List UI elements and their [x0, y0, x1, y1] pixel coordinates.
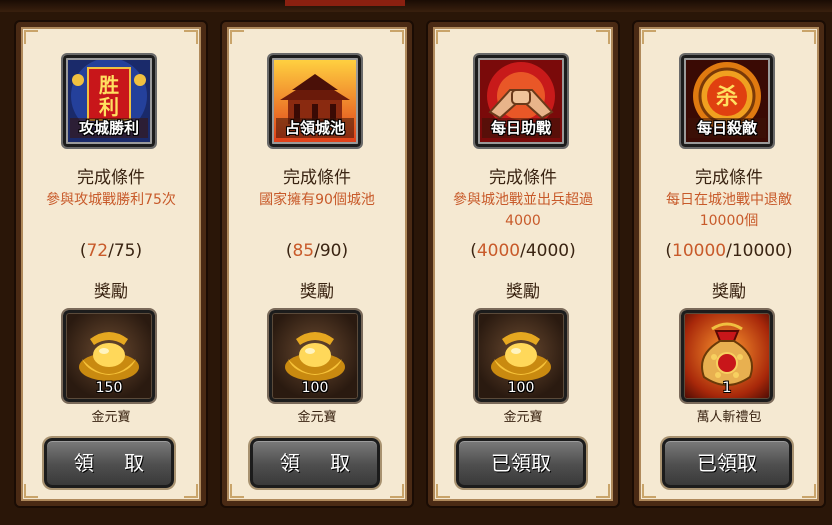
task-card: 占領城池 完成條件 國家擁有90個城池 (85/90) 獎勵 100 金元寶 領… [222, 22, 412, 506]
reward-quantity: 150 [95, 380, 123, 396]
condition-text: 每日在城池戰中退敵10000個 [666, 192, 792, 229]
reward-slot[interactable]: 100 [269, 310, 361, 402]
reward-title: 獎勵 [712, 282, 746, 302]
corner-ornament [436, 484, 450, 498]
corner-ornament [436, 30, 450, 44]
clasped-hands-icon: 每日助戰 [475, 55, 567, 147]
badge-label: 每日助戰 [482, 118, 560, 138]
progress-text: (10000/10000) [665, 241, 793, 261]
task-cards: 胜 利 攻城勝利 完成條件 參與攻城戰勝利75次 (72/75) 獎勵 150 … [0, 0, 832, 525]
progress-current: 10000 [672, 241, 727, 261]
corner-ornament [230, 30, 244, 44]
reward-title: 獎勵 [506, 282, 540, 302]
reward-name: 萬人斬禮包 [696, 410, 762, 425]
claim-button[interactable]: 領 取 [44, 438, 174, 488]
reward-quantity: 1 [722, 380, 732, 396]
condition-text: 國家擁有90個城池 [259, 192, 375, 208]
corner-ornament [642, 484, 656, 498]
reward-name: 金元寶 [503, 410, 543, 425]
badge-label: 攻城勝利 [70, 118, 148, 138]
claimed-button[interactable]: 已領取 [456, 438, 586, 488]
corner-ornament [596, 30, 610, 44]
corner-ornament [642, 30, 656, 44]
progress-text: (85/90) [285, 241, 349, 261]
task-card: 胜 利 攻城勝利 完成條件 參與攻城戰勝利75次 (72/75) 獎勵 150 … [16, 22, 206, 506]
ancient-palace-icon: 占領城池 [269, 55, 361, 147]
corner-ornament [230, 484, 244, 498]
progress-total: 90 [319, 241, 342, 261]
svg-text:利: 利 [99, 95, 119, 119]
reward-slot[interactable]: 100 [475, 310, 567, 402]
condition-title: 完成條件 [283, 168, 351, 188]
progress-current: 72 [86, 241, 109, 261]
condition-title: 完成條件 [77, 168, 145, 188]
progress-total: 10000 [731, 241, 786, 261]
corner-ornament [802, 484, 816, 498]
reward-slot[interactable]: 150 [63, 310, 155, 402]
corner-ornament [802, 30, 816, 44]
corner-ornament [390, 30, 404, 44]
corner-ornament [390, 484, 404, 498]
progress-current: 4000 [476, 241, 521, 261]
corner-ornament [24, 484, 38, 498]
condition-text: 參與攻城戰勝利75次 [46, 192, 176, 208]
progress-total: 75 [113, 241, 136, 261]
progress-text: (4000/4000) [470, 241, 576, 261]
reward-title: 獎勵 [94, 282, 128, 302]
claimed-button[interactable]: 已領取 [662, 438, 792, 488]
kill-emblem-icon: 杀 每日殺敵 [681, 55, 773, 147]
reward-slot[interactable]: 1 [681, 310, 773, 402]
progress-current: 85 [292, 241, 315, 261]
corner-ornament [24, 30, 38, 44]
badge-label: 每日殺敵 [688, 118, 766, 138]
victory-banner-icon: 胜 利 攻城勝利 [63, 55, 155, 147]
task-card: 杀 每日殺敵 完成條件 每日在城池戰中退敵10000個 (10000/10000… [634, 22, 824, 506]
corner-ornament [184, 484, 198, 498]
progress-total: 4000 [525, 241, 570, 261]
svg-text:胜: 胜 [99, 73, 119, 97]
reward-quantity: 100 [301, 380, 329, 396]
badge-label: 占領城池 [276, 118, 354, 138]
task-card: 每日助戰 完成條件 參與城池戰並出兵超過4000 (4000/4000) 獎勵 … [428, 22, 618, 506]
reward-title: 獎勵 [300, 282, 334, 302]
claim-button[interactable]: 領 取 [250, 438, 380, 488]
reward-name: 金元寶 [297, 410, 337, 425]
progress-text: (72/75) [79, 241, 143, 261]
condition-text: 參與城池戰並出兵超過4000 [453, 192, 593, 229]
corner-ornament [596, 484, 610, 498]
reward-name: 金元寶 [91, 410, 131, 425]
condition-title: 完成條件 [695, 168, 763, 188]
condition-title: 完成條件 [489, 168, 557, 188]
reward-quantity: 100 [507, 380, 535, 396]
emblem-glyph: 杀 [716, 84, 738, 110]
corner-ornament [184, 30, 198, 44]
